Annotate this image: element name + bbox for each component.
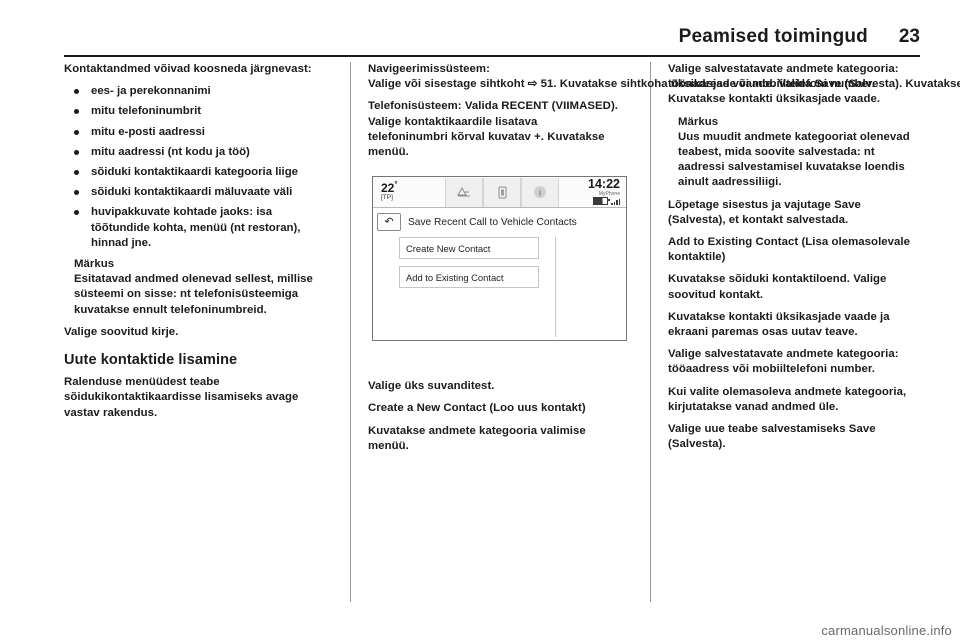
bullet-dot-icon (74, 109, 79, 115)
battery-icon (593, 197, 610, 206)
final-save-paragraph: Valige uue teabe salvestamiseks Save (Sa… (668, 423, 876, 451)
list-item: mitu aadressi (nt kodu ja töö) (64, 145, 316, 160)
manual-page: Peamised toimingud 23 Kontaktandmed võiv… (0, 0, 960, 642)
option-body: Kuvatakse andmete kategooria valimise me… (368, 424, 586, 452)
list-item: huvipakkuvate kohtade jaoks: isa tõõtund… (64, 205, 316, 251)
menu-item-add-to-existing-contact[interactable]: Add to Existing Contact (399, 266, 539, 289)
category-paragraph: Valige salvestatavate andmete kategooria… (668, 63, 899, 106)
bullet-dot-icon (74, 190, 79, 196)
status-bar: 22° [TP] i 14:22 MyPhone (373, 177, 626, 209)
bullet-dot-icon (74, 129, 79, 135)
screen-title: Save Recent Call to Vehicle Contacts (408, 216, 577, 228)
back-button[interactable]: ↶ (377, 213, 401, 232)
list-item: sõiduki kontaktikaardi mäluvaate väli (64, 185, 316, 200)
intro-paragraph: Kontaktandmed võivad koosneda järgnevast… (64, 63, 312, 75)
list-item-label: huvipakkuvate kohtade jaoks: isa tõõtund… (91, 206, 301, 249)
clock-value: 14:22 (588, 177, 620, 192)
list-item: mitu telefoninumbrit (64, 104, 316, 119)
note-block: Märkus Uus muudit andmete kategooriat ol… (678, 115, 920, 191)
overwrite-paragraph: Kui valite olemasoleva andmete kategoori… (668, 385, 907, 413)
infotainment-figure: 22° [TP] i 14:22 MyPhone ↶ Save Recent C… (368, 167, 634, 370)
list-item: mitu e-posti aadressi (64, 125, 316, 140)
navigation-paragraph: Navigeerimissüsteem: Valige või sisestag… (368, 62, 960, 92)
temperature-value: 22° (381, 179, 445, 194)
bullet-dot-icon (74, 89, 79, 95)
phone-label: Telefonisüsteem: (368, 100, 462, 113)
list-item-label: mitu aadressi (nt kodu ja töö) (91, 145, 250, 158)
svg-text:i: i (539, 189, 541, 198)
list-item-label: mitu e-posti aadressi (91, 125, 205, 138)
info-icon[interactable]: i (521, 177, 559, 207)
navigation-label: Navigeerimissüsteem: (368, 63, 490, 75)
status-icon-group: i (445, 177, 559, 207)
after-note-paragraph: Valige soovitud kirje. (64, 325, 179, 338)
bullet-dot-icon (74, 170, 79, 176)
list-item-label: mitu telefoninumbrit (91, 105, 202, 118)
bullet-dot-icon (74, 149, 79, 155)
scrollbar-track[interactable] (555, 237, 556, 338)
menu-item-create-new-contact[interactable]: Create New Contact (399, 237, 539, 260)
category-choice-paragraph: Valige salvestatavate andmete kategooria… (668, 348, 899, 376)
option-title: Create a New Contact (Loo uus kontakt) (368, 402, 586, 415)
phone-paragraph: Telefonisüsteem: Valida RECENT (VIIMASED… (368, 99, 620, 160)
column-divider-1 (350, 62, 351, 602)
note-body: Uus muudit andmete kategooriat olenevad … (678, 130, 910, 189)
header-rule (64, 55, 920, 57)
temperature-number: 22 (381, 181, 395, 196)
list-item-label: ees- ja perekonnanimi (91, 85, 211, 98)
section-body: Ralenduse menüüdest teabe sõidukikontakt… (64, 376, 299, 419)
temperature-display: 22° [TP] (373, 177, 445, 207)
list-item-label: sõiduki kontaktikaardi mäluvaate väli (91, 186, 293, 199)
screen-body: Create New Contact Add to Existing Conta… (373, 235, 626, 340)
contact-fields-list: ees- ja perekonnanimi mitu telefoninumbr… (64, 84, 316, 251)
save-paragraph: Lõpetage sisestus ja vajutage Save (Salv… (668, 198, 861, 226)
bullet-dot-icon (74, 210, 79, 216)
note-body: Esitatavad andmed olenevad sellest, mill… (74, 273, 313, 316)
signal-icon (611, 198, 620, 206)
details-view-paragraph: Kuvatakse kontakti üksikasjade vaade ja … (668, 310, 890, 339)
add-existing-title: Add to Existing Contact (Lisa olemasolev… (668, 236, 911, 264)
list-item-label: sõiduki kontaktikaardi kategooria liige (91, 166, 298, 179)
column-2: Navigeerimissüsteem: Valige või sisestag… (368, 62, 960, 461)
infotainment-screen: 22° [TP] i 14:22 MyPhone ↶ Save Recent C… (372, 176, 627, 342)
screen-title-row: ↶ Save Recent Call to Vehicle Contacts (373, 208, 626, 235)
section-heading: Uute kontaktide lisamine (64, 352, 238, 369)
list-item: sõiduki kontaktikaardi kategooria liige (64, 165, 316, 180)
note-block: Märkus Esitatavad andmed olenevad selles… (74, 257, 316, 318)
phone-book-icon[interactable] (483, 177, 521, 207)
watermark: carmanualsonline.info (821, 623, 952, 638)
column-1: Kontaktandmed võivad koosneda järgnevast… (64, 62, 316, 428)
page-title: Peamised toimingud (678, 26, 868, 47)
degree-symbol: ° (394, 180, 398, 190)
add-existing-body: Kuvatakse sõiduki kontaktiloend. Valige … (668, 273, 887, 301)
column-3: Valige salvestatavate andmete kategooria… (668, 62, 920, 459)
list-item: ees- ja perekonnanimi (64, 84, 316, 99)
page-header: Peamised toimingud 23 (64, 26, 920, 56)
status-meters (560, 197, 620, 206)
tp-indicator: [TP] (381, 194, 393, 202)
clock-area: 14:22 MyPhone (560, 177, 626, 207)
after-figure-paragraph: Valige üks suvanditest. (368, 380, 495, 393)
note-title: Märkus (74, 258, 115, 271)
note-title: Märkus (678, 115, 719, 128)
column-divider-2 (650, 62, 651, 602)
page-number: 23 (898, 26, 920, 47)
map-icon[interactable] (445, 177, 483, 207)
